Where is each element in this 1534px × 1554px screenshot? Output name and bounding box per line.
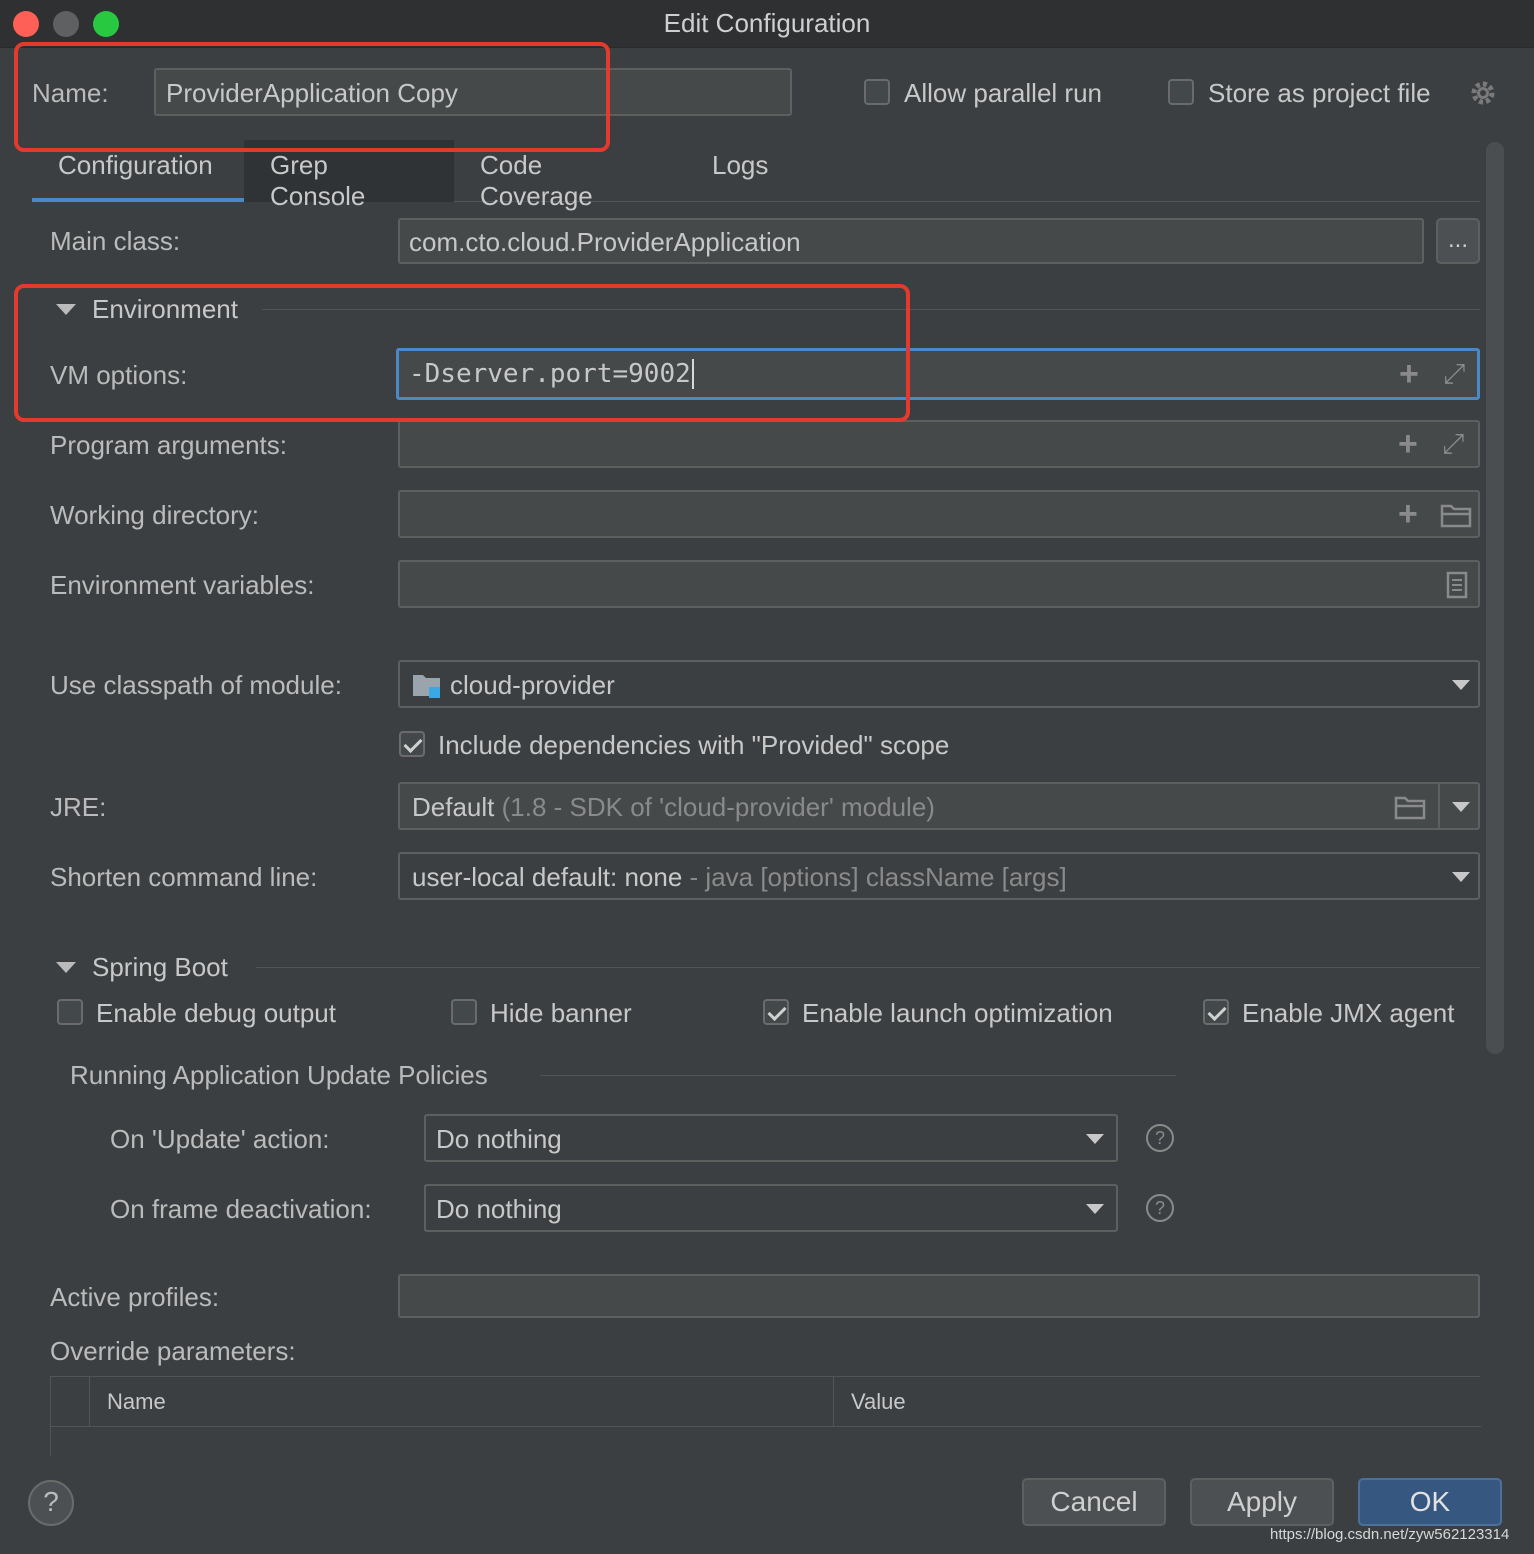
table-column-name[interactable]: Name <box>107 1389 166 1415</box>
add-macro-icon[interactable]: + <box>1398 427 1418 461</box>
help-icon[interactable]: ? <box>1146 1194 1174 1222</box>
ok-button[interactable]: OK <box>1358 1478 1502 1526</box>
active-profiles-input[interactable] <box>398 1274 1480 1318</box>
shorten-value: user-local default: none <box>412 862 683 892</box>
chevron-down-icon <box>1086 1204 1104 1214</box>
tab-grep-console[interactable]: Grep Console <box>244 140 454 211</box>
chevron-down-icon <box>1452 680 1470 690</box>
watermark-text: https://blog.csdn.net/zyw562123314 <box>1270 1526 1510 1543</box>
shorten-command-line-label: Shorten command line: <box>50 862 318 892</box>
main-class-input[interactable]: com.cto.cloud.ProviderApplication <box>398 218 1424 264</box>
environment-variables-input[interactable] <box>398 560 1480 608</box>
jre-value: Default <box>412 792 495 822</box>
store-as-project-file-checkbox[interactable] <box>1168 79 1194 105</box>
update-policies-separator <box>540 1075 1176 1076</box>
store-as-project-file-label: Store as project file <box>1208 78 1431 108</box>
shorten-command-line-select[interactable]: user-local default: none - java [options… <box>398 852 1480 900</box>
gear-icon[interactable] <box>1468 78 1498 108</box>
include-dependencies-checkbox[interactable] <box>399 731 425 757</box>
jre-label: JRE: <box>50 792 107 822</box>
expand-icon[interactable]: ⤢ <box>1442 429 1464 459</box>
expand-icon[interactable]: ⤢ <box>1443 359 1465 389</box>
environment-collapse-icon[interactable] <box>56 304 76 315</box>
name-label: Name: <box>32 78 109 108</box>
name-input[interactable]: ProviderApplication Copy <box>154 68 792 116</box>
add-macro-icon[interactable]: + <box>1399 357 1419 391</box>
enable-debug-output-label: Enable debug output <box>96 998 336 1028</box>
tab-code-coverage[interactable]: Code Coverage <box>454 140 686 211</box>
jre-detail: (1.8 - SDK of 'cloud-provider' module) <box>501 792 935 822</box>
enable-launch-optimization-checkbox[interactable] <box>763 999 789 1025</box>
add-macro-icon[interactable]: + <box>1398 497 1418 531</box>
on-frame-deactivation-value: Do nothing <box>436 1194 562 1224</box>
module-folder-icon <box>413 675 440 698</box>
on-update-action-value: Do nothing <box>436 1124 562 1154</box>
table-column-value[interactable]: Value <box>851 1389 906 1415</box>
apply-button[interactable]: Apply <box>1190 1478 1334 1526</box>
name-input-value: ProviderApplication Copy <box>166 78 458 108</box>
enable-launch-optimization-label: Enable launch optimization <box>802 998 1113 1028</box>
on-update-action-select[interactable]: Do nothing <box>424 1114 1118 1162</box>
jre-select[interactable]: Default (1.8 - SDK of 'cloud-provider' m… <box>398 782 1480 830</box>
environment-separator <box>262 309 1480 310</box>
on-frame-deactivation-select[interactable]: Do nothing <box>424 1184 1118 1232</box>
environment-section-title[interactable]: Environment <box>92 294 238 325</box>
classpath-module-select[interactable]: cloud-provider <box>398 660 1480 708</box>
help-button[interactable]: ? <box>28 1480 74 1526</box>
on-frame-deactivation-label: On frame deactivation: <box>110 1194 372 1224</box>
vertical-scrollbar[interactable] <box>1486 142 1504 1054</box>
spring-boot-collapse-icon[interactable] <box>56 962 76 973</box>
classpath-module-value: cloud-provider <box>450 670 615 700</box>
chevron-down-icon[interactable] <box>1452 802 1470 812</box>
tab-logs[interactable]: Logs <box>686 140 796 202</box>
override-parameters-label: Override parameters: <box>50 1336 296 1366</box>
hide-banner-checkbox[interactable] <box>451 999 477 1025</box>
chevron-down-icon <box>1452 872 1470 882</box>
allow-parallel-run-checkbox[interactable] <box>864 79 890 105</box>
document-icon[interactable] <box>1446 571 1468 599</box>
working-directory-label: Working directory: <box>50 500 260 530</box>
vm-options-label: VM options: <box>50 360 188 390</box>
cancel-button[interactable]: Cancel <box>1022 1478 1166 1526</box>
spring-boot-section-title[interactable]: Spring Boot <box>92 952 228 983</box>
main-class-value: com.cto.cloud.ProviderApplication <box>409 227 801 257</box>
allow-parallel-run-label: Allow parallel run <box>904 78 1102 108</box>
enable-debug-output-checkbox[interactable] <box>57 999 83 1025</box>
vm-options-input[interactable]: -Dserver.port=9002 + ⤢ <box>396 348 1480 400</box>
program-arguments-label: Program arguments: <box>50 430 287 460</box>
on-update-action-label: On 'Update' action: <box>110 1124 330 1154</box>
folder-icon[interactable] <box>1394 794 1426 820</box>
override-parameters-table[interactable]: Name Value <box>50 1376 1481 1456</box>
hide-banner-label: Hide banner <box>490 998 632 1028</box>
folder-icon[interactable] <box>1440 502 1472 528</box>
classpath-module-label: Use classpath of module: <box>50 670 342 700</box>
window-title: Edit Configuration <box>663 8 871 38</box>
program-arguments-input[interactable]: + ⤢ <box>398 420 1480 468</box>
help-icon[interactable]: ? <box>1146 1124 1174 1152</box>
vm-options-value: -Dserver.port=9002 <box>409 359 694 389</box>
shorten-detail: - java [options] className [args] <box>689 862 1067 892</box>
spring-boot-separator <box>256 967 1480 968</box>
browse-main-class-button[interactable]: ... <box>1436 218 1480 264</box>
chevron-down-icon <box>1086 1134 1104 1144</box>
table-header <box>51 1377 1481 1427</box>
environment-variables-label: Environment variables: <box>50 570 315 600</box>
main-class-label: Main class: <box>50 226 181 256</box>
tab-configuration[interactable]: Configuration <box>32 140 244 202</box>
working-directory-input[interactable]: + <box>398 490 1480 538</box>
enable-jmx-agent-label: Enable JMX agent <box>1242 998 1455 1028</box>
include-dependencies-label: Include dependencies with "Provided" sco… <box>438 730 950 760</box>
update-policies-title: Running Application Update Policies <box>70 1060 488 1090</box>
active-profiles-label: Active profiles: <box>50 1282 220 1312</box>
enable-jmx-agent-checkbox[interactable] <box>1203 999 1229 1025</box>
